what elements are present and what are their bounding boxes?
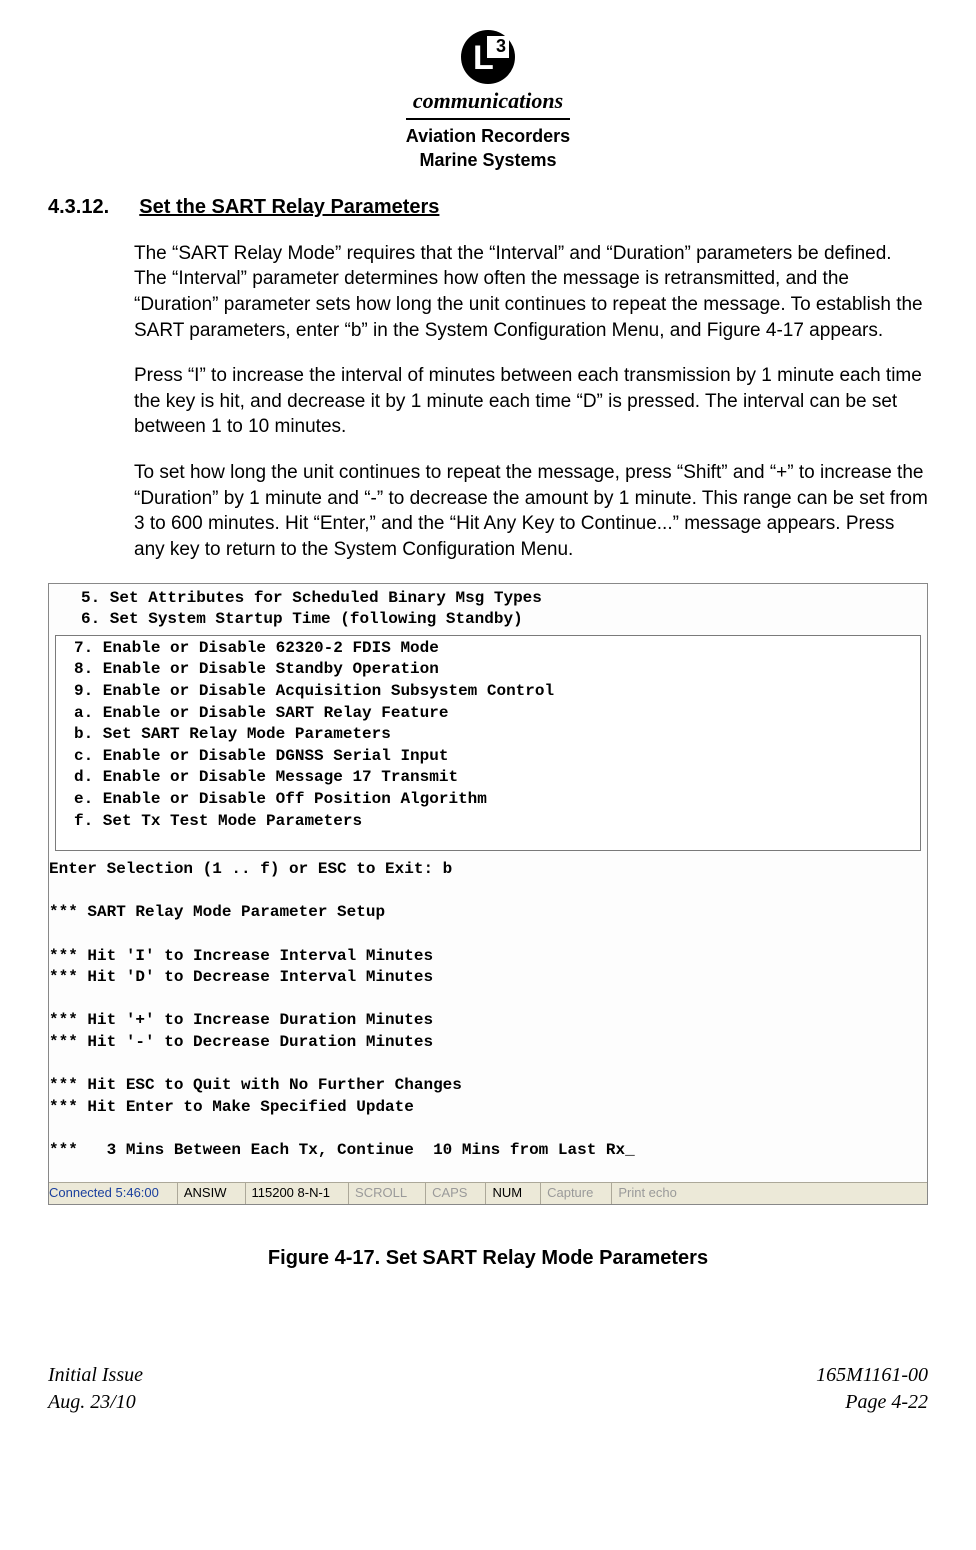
section-number: 4.3.12.: [48, 194, 134, 221]
status-terminal-type: ANSIW: [178, 1183, 246, 1204]
section-title: Set the SART Relay Parameters: [139, 194, 439, 221]
body-paragraph-1: The “SART Relay Mode” requires that the …: [134, 241, 928, 344]
body-paragraph-2: Press “I” to increase the interval of mi…: [134, 363, 928, 440]
footer-issue: Initial Issue: [48, 1362, 143, 1389]
division-1: Aviation Recorders: [406, 124, 570, 148]
logo-wrap: L 3 communications Aviation Recorders Ma…: [406, 30, 570, 172]
terminal-menu-box: 7. Enable or Disable 62320-2 FDIS Mode 8…: [55, 635, 921, 851]
footer-docnum: 165M1161-00: [816, 1362, 928, 1389]
body-paragraph-3: To set how long the unit continues to re…: [134, 460, 928, 563]
status-capture: Capture: [541, 1183, 612, 1204]
page-footer: Initial Issue Aug. 23/10 165M1161-00 Pag…: [48, 1362, 928, 1416]
terminal-screenshot: 5. Set Attributes for Scheduled Binary M…: [48, 583, 928, 1205]
terminal-output: Enter Selection (1 .. f) or ESC to Exit:…: [49, 855, 927, 1181]
status-connected: Connected 5:46:00: [49, 1183, 178, 1204]
status-num: NUM: [486, 1183, 541, 1204]
section-heading: 4.3.12. Set the SART Relay Parameters: [48, 194, 928, 221]
footer-date: Aug. 23/10: [48, 1389, 143, 1416]
division-2: Marine Systems: [406, 148, 570, 172]
status-line-setting: 115200 8-N-1: [246, 1183, 350, 1204]
terminal-status-bar: Connected 5:46:00 ANSIW 115200 8-N-1 SCR…: [49, 1182, 927, 1204]
l3-logo-icon: L 3: [461, 30, 515, 84]
figure-caption: Figure 4-17. Set SART Relay Mode Paramet…: [48, 1245, 928, 1272]
footer-page: Page 4-22: [816, 1389, 928, 1416]
status-caps: CAPS: [426, 1183, 486, 1204]
footer-right: 165M1161-00 Page 4-22: [816, 1362, 928, 1416]
terminal-top-lines: 5. Set Attributes for Scheduled Binary M…: [49, 584, 927, 633]
status-print-echo: Print echo: [612, 1183, 695, 1204]
footer-left: Initial Issue Aug. 23/10: [48, 1362, 143, 1416]
brand-text: communications: [406, 86, 570, 120]
status-scroll: SCROLL: [349, 1183, 426, 1204]
header-logo-block: L 3 communications Aviation Recorders Ma…: [48, 30, 928, 174]
